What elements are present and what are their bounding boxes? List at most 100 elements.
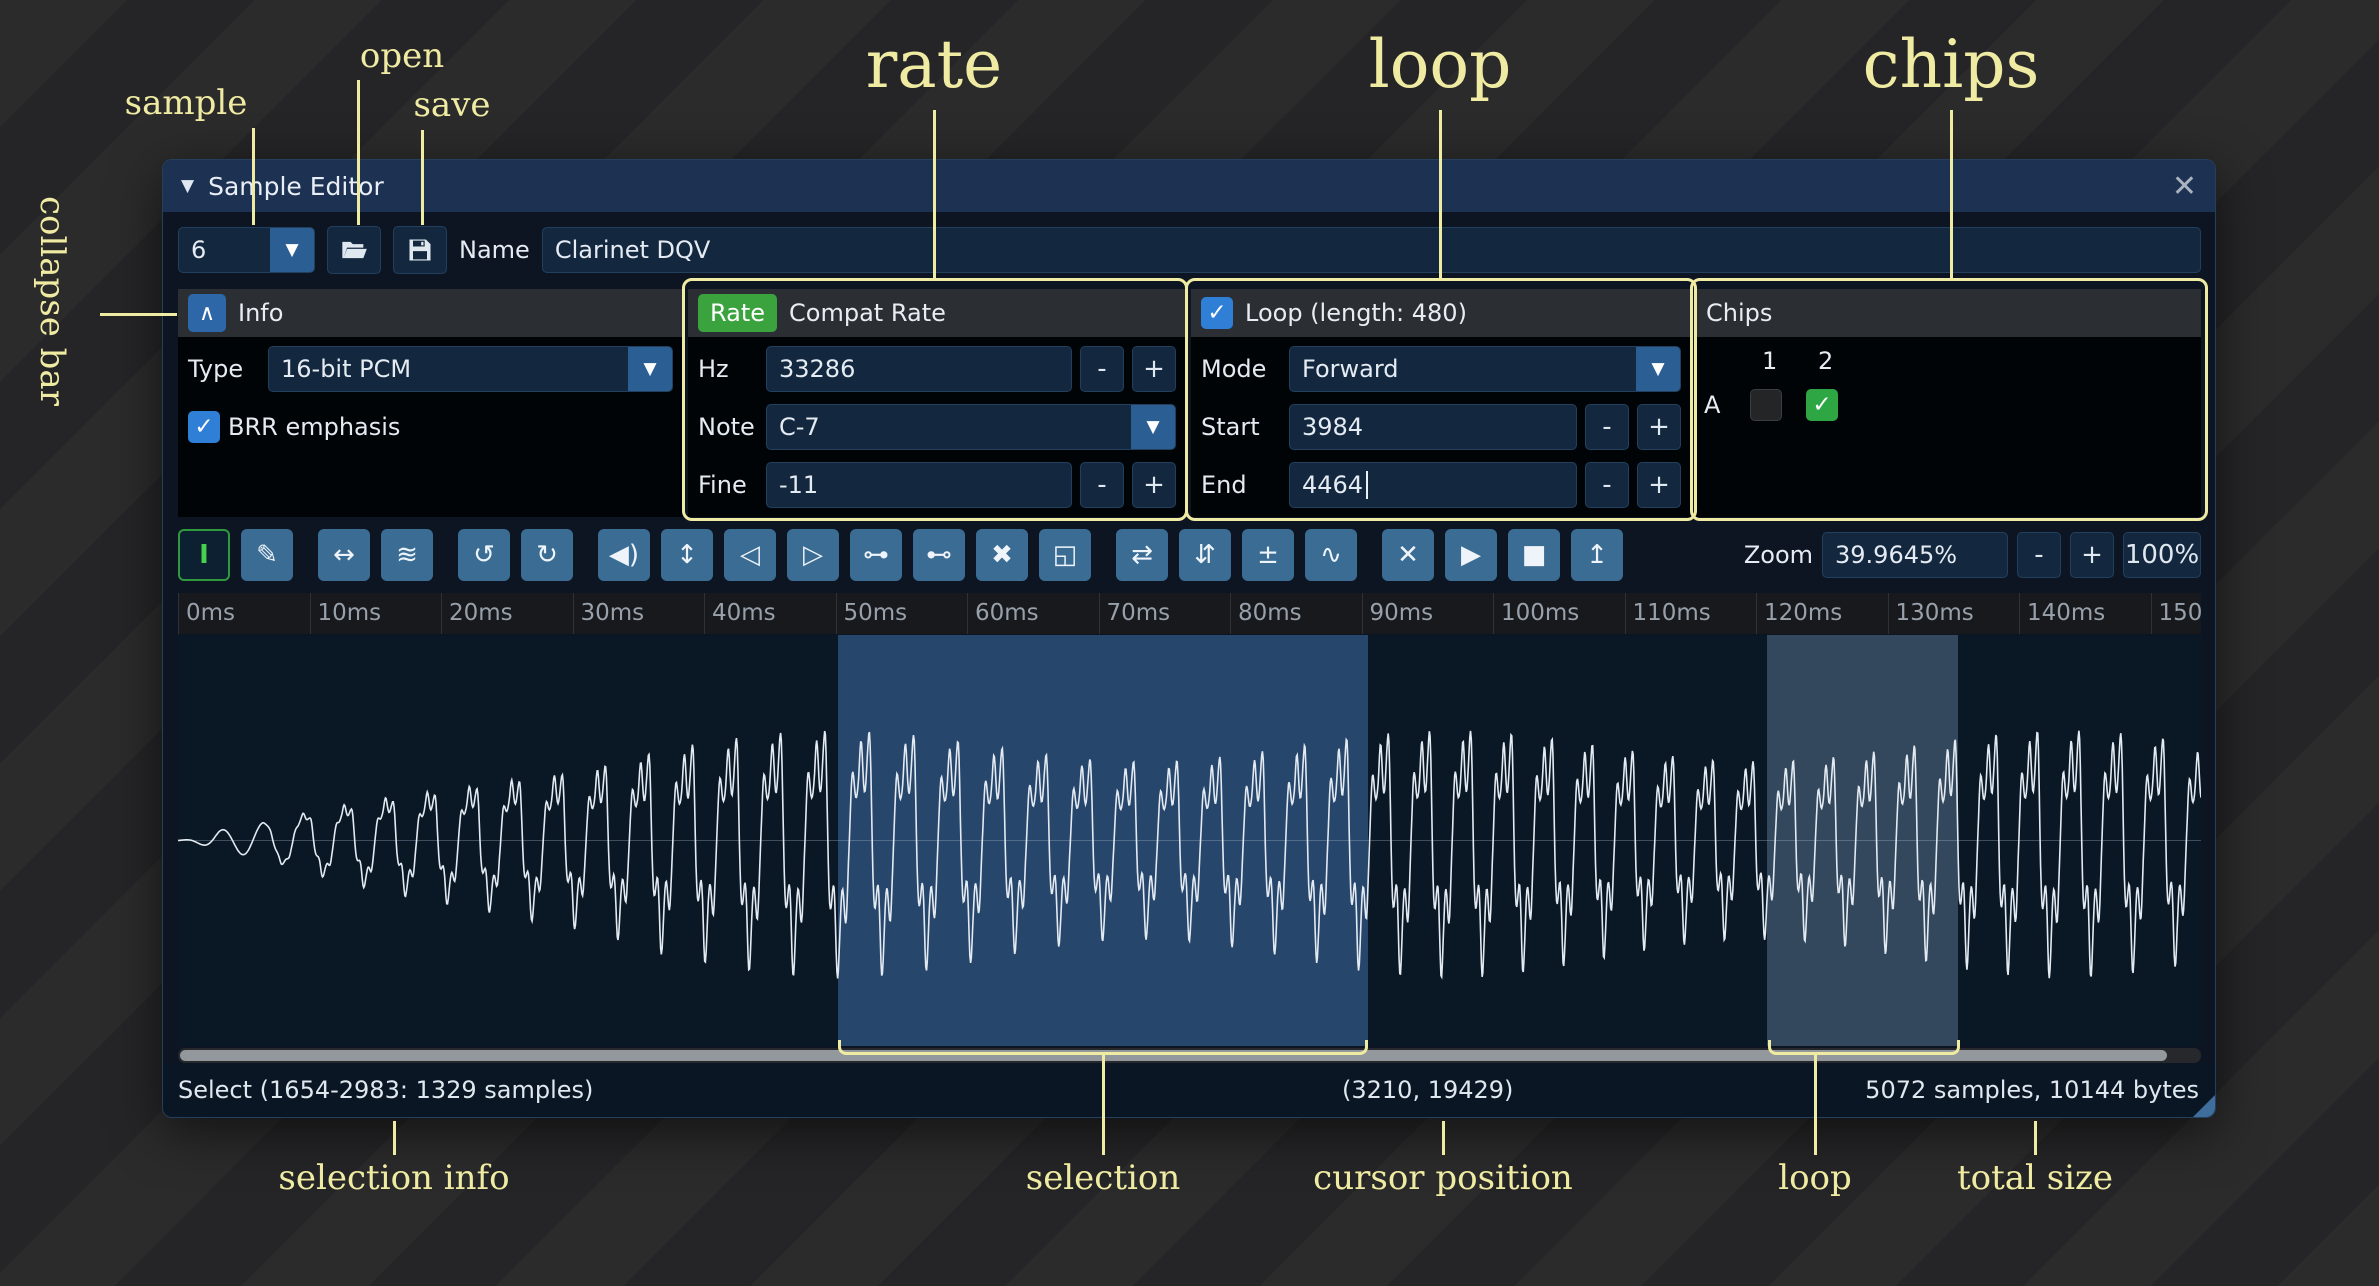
invert-icon: ⇵ bbox=[1194, 540, 1216, 570]
waveform-svg bbox=[178, 635, 2201, 1046]
undo-button[interactable]: ↺ bbox=[458, 529, 510, 581]
open-button[interactable] bbox=[327, 226, 381, 274]
sign-button[interactable]: ± bbox=[1242, 529, 1294, 581]
trim-button[interactable]: ◱ bbox=[1039, 529, 1091, 581]
fine-increment-button[interactable]: + bbox=[1132, 462, 1176, 508]
loop-header: ✓ Loop (length: 480) bbox=[1191, 289, 1691, 337]
chip-column-1-label: 1 bbox=[1750, 347, 1777, 375]
hz-input[interactable]: 33286 bbox=[766, 346, 1072, 392]
brr-emphasis-label: BRR emphasis bbox=[228, 413, 400, 441]
upload-button[interactable]: ↥ bbox=[1571, 529, 1623, 581]
annotation-label-total-size: total size bbox=[1957, 1158, 2113, 1198]
undo-icon: ↺ bbox=[473, 540, 495, 570]
close-icon[interactable]: ✕ bbox=[2172, 169, 2197, 204]
loop-start-input[interactable]: 3984 bbox=[1289, 404, 1577, 450]
stop-button[interactable]: ■ bbox=[1508, 529, 1560, 581]
ruler-tick bbox=[1756, 593, 1757, 634]
hz-increment-button[interactable]: + bbox=[1132, 346, 1176, 392]
insert-silence-button[interactable]: ⊶ bbox=[850, 529, 902, 581]
toolbar-buttons: I✎ ↔ ≋ ↺ ↻ ◀)↕◁ ▷ ⊶⊷✖◱ ⇄ ⇵ ±∿ ✕ ▶ ■ ↥ bbox=[178, 529, 1623, 581]
loop-start-decrement-button[interactable]: - bbox=[1585, 404, 1629, 450]
sample-number-dropdown[interactable]: 6 ▼ bbox=[178, 227, 315, 273]
resize-button[interactable]: ↔ bbox=[318, 529, 370, 581]
preview-button[interactable]: ▶ bbox=[1445, 529, 1497, 581]
apply-silence-button[interactable]: ⊷ bbox=[913, 529, 965, 581]
chevron-down-icon: ▼ bbox=[270, 228, 314, 272]
window-collapse-icon[interactable]: ▼ bbox=[181, 176, 194, 196]
ruler-tick bbox=[1230, 593, 1231, 634]
sample-editor-window: ▼ Sample Editor ✕ 6 ▼ Name Clarinet DQV bbox=[162, 159, 2216, 1118]
loop-end-input[interactable]: 4464 bbox=[1289, 462, 1577, 508]
loop-start-increment-button[interactable]: + bbox=[1637, 404, 1681, 450]
titlebar[interactable]: ▼ Sample Editor ✕ bbox=[163, 160, 2215, 212]
redo-icon: ↻ bbox=[536, 540, 558, 570]
preview-icon: ▶ bbox=[1461, 540, 1481, 570]
select-button[interactable]: I bbox=[178, 529, 230, 581]
chip-a2-checkbox[interactable]: ✓ bbox=[1806, 389, 1838, 421]
loop-section: ✓ Loop (length: 480) Mode Forward ▼ Star… bbox=[1191, 289, 1691, 517]
info-title: Info bbox=[238, 299, 283, 327]
timeline-ruler: 0ms10ms20ms30ms40ms50ms60ms70ms80ms90ms1… bbox=[178, 593, 2201, 634]
ruler-label: 120ms bbox=[1764, 600, 1842, 626]
ruler-tick bbox=[836, 593, 837, 634]
info-section: ∧ Info Type 16-bit PCM ▼ ✓ BRR emphasis bbox=[178, 289, 683, 517]
chip-a1-checkbox[interactable] bbox=[1750, 389, 1782, 421]
normalize-button[interactable]: ↕ bbox=[661, 529, 713, 581]
loop-end-decrement-button[interactable]: - bbox=[1585, 462, 1629, 508]
note-dropdown[interactable]: C-7 ▼ bbox=[766, 404, 1176, 450]
filter-button[interactable]: ∿ bbox=[1305, 529, 1357, 581]
chevron-up-icon: ∧ bbox=[199, 301, 215, 326]
desktop-background: sample open save rate loop chips collaps… bbox=[0, 0, 2379, 1286]
redo-button[interactable]: ↻ bbox=[521, 529, 573, 581]
ruler-tick bbox=[967, 593, 968, 634]
rate-button[interactable]: Rate bbox=[698, 294, 777, 332]
status-bar: Select (1654-2983: 1329 samples) (3210, … bbox=[163, 1063, 2215, 1117]
brr-emphasis-checkbox[interactable]: ✓ bbox=[188, 411, 220, 443]
reverse-icon: ⇄ bbox=[1131, 540, 1153, 570]
fine-input[interactable]: -11 bbox=[766, 462, 1072, 508]
zoom-reset-button[interactable]: 100% bbox=[2123, 532, 2201, 578]
annotation-line-cursor-position bbox=[1442, 1121, 1445, 1155]
annotation-label-loop: loop bbox=[1369, 26, 1512, 103]
chevron-down-icon: ▼ bbox=[1636, 347, 1680, 391]
ruler-label: 10ms bbox=[318, 600, 382, 626]
note-value: C-7 bbox=[767, 405, 1131, 449]
annotation-line-rate bbox=[933, 110, 936, 278]
zoom-out-button[interactable]: - bbox=[2017, 532, 2061, 578]
zoom-input[interactable]: 39.9645% bbox=[1822, 532, 2008, 578]
delete-button[interactable]: ✖ bbox=[976, 529, 1028, 581]
ruler-tick bbox=[1099, 593, 1100, 634]
invert-button[interactable]: ⇵ bbox=[1179, 529, 1231, 581]
loop-mode-dropdown[interactable]: Forward ▼ bbox=[1289, 346, 1681, 392]
resample-button[interactable]: ≋ bbox=[381, 529, 433, 581]
crossfade-button[interactable]: ✕ bbox=[1382, 529, 1434, 581]
loop-mode-value: Forward bbox=[1290, 347, 1636, 391]
loop-enable-checkbox[interactable]: ✓ bbox=[1201, 297, 1233, 329]
annotation-label-open: open bbox=[360, 36, 444, 76]
zoom-value: 39.9645% bbox=[1835, 541, 1957, 569]
resize-icon: ↔ bbox=[333, 540, 355, 570]
save-button[interactable] bbox=[393, 226, 447, 274]
waveform-path bbox=[178, 731, 2201, 979]
zoom-in-button[interactable]: + bbox=[2070, 532, 2114, 578]
amplify-button[interactable]: ◀) bbox=[598, 529, 650, 581]
chips-header: Chips bbox=[1696, 289, 2201, 337]
type-dropdown[interactable]: 16-bit PCM ▼ bbox=[268, 346, 673, 392]
stop-icon: ■ bbox=[1522, 540, 1547, 570]
chevron-down-icon: ▼ bbox=[628, 347, 672, 391]
window-resize-handle[interactable] bbox=[2193, 1095, 2215, 1117]
reverse-button[interactable]: ⇄ bbox=[1116, 529, 1168, 581]
fade-in-button[interactable]: ◁ bbox=[724, 529, 776, 581]
fine-value: -11 bbox=[779, 471, 818, 499]
fine-decrement-button[interactable]: - bbox=[1080, 462, 1124, 508]
waveform-display[interactable] bbox=[178, 635, 2201, 1046]
loop-end-increment-button[interactable]: + bbox=[1637, 462, 1681, 508]
fade-out-icon: ▷ bbox=[803, 540, 823, 570]
loop-start-label: Start bbox=[1201, 413, 1281, 441]
draw-button[interactable]: ✎ bbox=[241, 529, 293, 581]
rate-section: Rate Compat Rate Hz 33286 - + Note C-7 bbox=[688, 289, 1186, 517]
hz-decrement-button[interactable]: - bbox=[1080, 346, 1124, 392]
ruler-tick bbox=[1362, 593, 1363, 634]
fade-out-button[interactable]: ▷ bbox=[787, 529, 839, 581]
collapse-bar-button[interactable]: ∧ bbox=[188, 294, 226, 332]
